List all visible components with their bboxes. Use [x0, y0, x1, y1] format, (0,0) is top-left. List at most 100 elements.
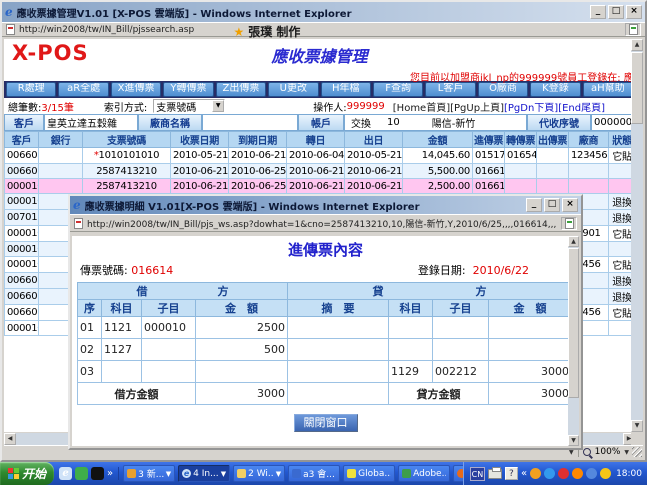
- index-mode-select[interactable]: 支票號碼 ▼: [153, 99, 225, 113]
- customer-input[interactable]: 皇英立達五穀雜: [44, 114, 138, 131]
- taskbar-task[interactable]: Macro...: [453, 465, 463, 482]
- taskbar-task[interactable]: Adobe...: [398, 465, 450, 482]
- column-header[interactable]: 廠商: [569, 132, 609, 148]
- modal-close-button[interactable]: ×: [562, 198, 578, 212]
- close-button[interactable]: ×: [626, 5, 642, 19]
- modal-url[interactable]: http://win2008/tw/IN_Bill/pjs_ws.asp?dow…: [87, 217, 557, 230]
- toolbar-button[interactable]: O廠商: [478, 82, 528, 97]
- zoom-level[interactable]: 100%: [595, 447, 621, 457]
- toolbar-button[interactable]: U更改: [268, 82, 318, 97]
- task-group-dropdown-icon[interactable]: ▼: [221, 470, 226, 478]
- toolbar-button[interactable]: R處理: [6, 82, 56, 97]
- tray-app-icon-1[interactable]: [530, 468, 541, 479]
- zoom-dropdown-icon[interactable]: ▼: [624, 449, 629, 456]
- modal-address-action-button[interactable]: [561, 217, 577, 230]
- table-row[interactable]: 00660125874132102010-06-212010-06-252010…: [5, 164, 636, 179]
- table-row[interactable]: 006603*10101010102010-05-212010-06-21201…: [5, 148, 636, 164]
- toolbar-button[interactable]: F查詢: [373, 82, 423, 97]
- scroll-left-icon[interactable]: ◀: [4, 433, 16, 445]
- nav-link[interactable]: [PgUp上頁]: [450, 99, 504, 114]
- task-group-dropdown-icon[interactable]: ▼: [276, 470, 281, 478]
- toolbar-button[interactable]: aR全處: [58, 82, 108, 97]
- column-header[interactable]: 轉日: [287, 132, 345, 148]
- toolbar-button[interactable]: H年檔: [321, 82, 371, 97]
- voucher-cell: 000010: [142, 317, 196, 339]
- toolbar-button[interactable]: X進傳票: [111, 82, 161, 97]
- vertical-scrollbar[interactable]: ▲ ▼: [631, 39, 643, 432]
- modal-titlebar[interactable]: e 應收票據明細 V1.01[X-POS 雲端版] - Windows Inte…: [70, 196, 581, 214]
- scroll-down-icon[interactable]: ▼: [631, 420, 643, 432]
- modal-maximize-button[interactable]: □: [544, 198, 560, 212]
- ie-quicklaunch-icon[interactable]: e: [59, 467, 72, 480]
- modal-minimize-button[interactable]: _: [526, 198, 542, 212]
- table-row[interactable]: 00001025874132102010-06-212010-06-252010…: [5, 179, 636, 194]
- qq-quicklaunch-icon[interactable]: [91, 467, 104, 480]
- close-window-button[interactable]: 關閉窗口: [294, 414, 358, 432]
- collect-serial-input[interactable]: 000000: [591, 114, 635, 131]
- main-titlebar[interactable]: e 應收票據管理V1.01 [X-POS 雲端版] - Windows Inte…: [2, 2, 645, 22]
- voucher-cell: [196, 361, 288, 383]
- ie-logo-icon: e: [73, 200, 81, 210]
- nav-link[interactable]: [PgDn下頁]: [504, 99, 558, 114]
- author-credit: ★ 張璞 制作: [233, 23, 300, 40]
- language-indicator[interactable]: CN: [470, 467, 485, 481]
- maximize-button[interactable]: □: [608, 5, 624, 19]
- table-cell: [569, 179, 609, 194]
- qq-tray-icon[interactable]: [572, 468, 583, 479]
- quicklaunch-overflow-icon[interactable]: »: [107, 468, 113, 479]
- tray-app-icon-3[interactable]: [558, 468, 569, 479]
- vertical-scroll-thumb[interactable]: [631, 52, 643, 124]
- taskbar-task[interactable]: a3 會...: [288, 465, 340, 482]
- column-header[interactable]: 支票號碼: [83, 132, 171, 148]
- column-header[interactable]: 進傳票: [473, 132, 505, 148]
- security-shield-tray-icon[interactable]: [600, 468, 611, 479]
- help-tray-icon[interactable]: ?: [505, 467, 518, 480]
- toolbar-button[interactable]: K登錄: [530, 82, 580, 97]
- column-header[interactable]: 轉傳票: [505, 132, 537, 148]
- minimize-button[interactable]: _: [590, 5, 606, 19]
- scrollbar-corner: [631, 433, 643, 445]
- column-header[interactable]: 到期日期: [229, 132, 287, 148]
- column-header[interactable]: 出傳票: [537, 132, 569, 148]
- column-header[interactable]: 客戶: [5, 132, 39, 148]
- vendor-name-input[interactable]: [202, 114, 298, 131]
- scroll-up-icon[interactable]: ▲: [631, 39, 643, 51]
- tray-collapse-icon[interactable]: «: [521, 468, 527, 479]
- voucher-column-header: 金 額: [489, 300, 572, 317]
- select-dropdown-icon[interactable]: ▼: [212, 100, 224, 112]
- nav-link[interactable]: [End尾頁]: [558, 99, 605, 114]
- column-header[interactable]: 出日: [345, 132, 403, 148]
- toolbar-button[interactable]: Y轉傳票: [163, 82, 213, 97]
- column-header[interactable]: 銀行: [39, 132, 83, 148]
- collect-serial-label: 代收序號: [527, 114, 591, 131]
- tray-app-icon-2[interactable]: [544, 468, 555, 479]
- modal-scrollbar[interactable]: ▲ ▼: [568, 236, 579, 446]
- taskbar-task[interactable]: e4 In...▼: [178, 465, 230, 482]
- toolbar-button[interactable]: aH幫助: [583, 82, 633, 97]
- toolbar-button[interactable]: L客戶: [425, 82, 475, 97]
- adobe-icon: [402, 469, 411, 478]
- column-header[interactable]: 金額: [403, 132, 473, 148]
- table-cell: 2010-06-21: [171, 164, 229, 179]
- voucher-no-label: 傳票號碼:: [80, 262, 128, 278]
- column-header[interactable]: 收票日期: [171, 132, 229, 148]
- taskbar-task[interactable]: 2 Wi...▼: [233, 465, 285, 482]
- start-button[interactable]: 开始: [0, 462, 54, 485]
- task-group-dropdown-icon[interactable]: ▼: [166, 470, 171, 478]
- main-url[interactable]: http://win2008/tw/IN_Bill/pjssearch.asp: [19, 25, 621, 35]
- toolbar-button[interactable]: Z出傳票: [216, 82, 266, 97]
- folder-icon: [237, 469, 246, 478]
- taskbar-task[interactable]: 3 新...▼: [123, 465, 175, 482]
- modal-scroll-up-icon[interactable]: ▲: [568, 236, 579, 247]
- address-action-button[interactable]: [625, 23, 641, 36]
- tray-app-icon-5[interactable]: [586, 468, 597, 479]
- printer-tray-icon[interactable]: [488, 469, 502, 479]
- resize-grip[interactable]: [632, 447, 642, 457]
- modal-scroll-thumb[interactable]: [568, 248, 579, 398]
- modal-scroll-down-icon[interactable]: ▼: [568, 435, 579, 446]
- exchange-label: 交換: [351, 115, 371, 130]
- nav-link[interactable]: [Home首頁]: [393, 99, 450, 114]
- messenger-quicklaunch-icon[interactable]: [75, 467, 88, 480]
- taskbar-task[interactable]: Globa...: [343, 465, 395, 482]
- credit-total-label: 貸方金額: [389, 383, 489, 405]
